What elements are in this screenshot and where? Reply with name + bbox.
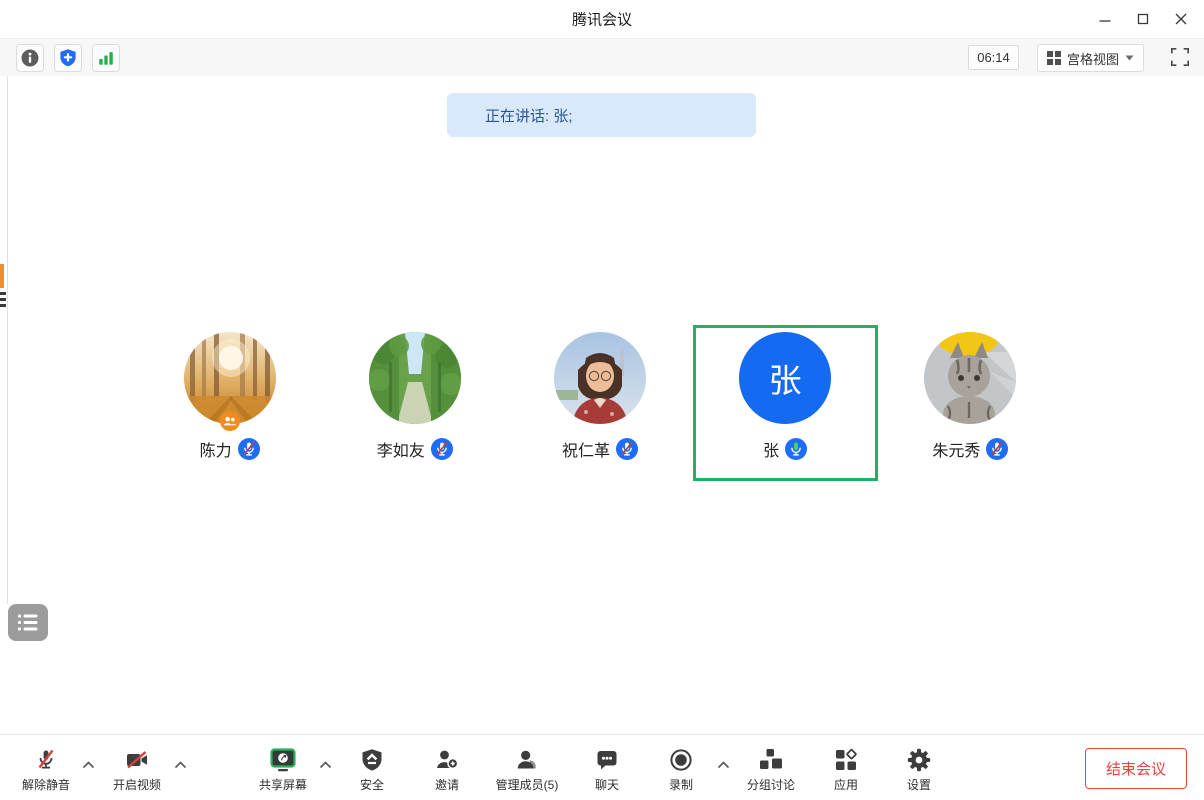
- settings-gear-icon: [906, 747, 932, 773]
- chevron-up-icon: [319, 761, 332, 769]
- minimize-icon: [1099, 13, 1111, 25]
- camera-off-icon: [124, 747, 150, 773]
- manage-members-button[interactable]: 管理成员(5): [496, 743, 559, 793]
- record-icon: [668, 747, 694, 773]
- invite-label: 邀请: [435, 776, 459, 793]
- view-mode-label: 宫格视图: [1067, 49, 1119, 68]
- mic-muted-icon: [431, 438, 453, 460]
- chevron-up-icon: [82, 761, 95, 769]
- bullet-list-icon: [18, 614, 38, 631]
- share-screen-button[interactable]: 共享屏幕: [259, 743, 307, 793]
- security-label: 安全: [360, 776, 384, 793]
- settings-button[interactable]: 设置: [906, 743, 932, 793]
- avatar: [369, 332, 461, 424]
- chat-button[interactable]: 聊天: [594, 743, 620, 793]
- settings-label: 设置: [907, 776, 931, 793]
- breakout-rooms-label: 分组讨论: [747, 776, 795, 793]
- title-bar: 腾讯会议: [0, 0, 1204, 39]
- app-window: 腾讯会议: [0, 0, 1204, 800]
- avatar-initial: 张: [739, 332, 831, 424]
- participant-name: 陈力: [200, 437, 232, 461]
- participants-row: 陈力: [137, 325, 1063, 481]
- meeting-info-button[interactable]: [16, 44, 44, 72]
- mic-muted-icon: [616, 438, 638, 460]
- chat-label: 聊天: [595, 776, 619, 793]
- start-video-button[interactable]: 开启视频: [113, 743, 161, 793]
- network-status-button[interactable]: [92, 44, 120, 72]
- record-label: 录制: [669, 776, 693, 793]
- participant-tile[interactable]: 朱元秀: [878, 325, 1063, 481]
- members-icon: [514, 747, 540, 773]
- maximize-button[interactable]: [1128, 5, 1158, 33]
- view-mode-button[interactable]: 宫格视图: [1037, 44, 1144, 72]
- start-video-label: 开启视频: [113, 776, 161, 793]
- security-button[interactable]: 安全: [359, 743, 385, 793]
- window-title: 腾讯会议: [572, 9, 632, 30]
- mic-muted-icon: [238, 438, 260, 460]
- apps-label: 应用: [834, 776, 858, 793]
- info-icon: [19, 47, 41, 69]
- grid-view-icon: [1047, 51, 1061, 65]
- fullscreen-icon: [1170, 47, 1190, 67]
- participant-name: 张: [763, 437, 779, 461]
- chat-bubble-icon: [594, 747, 620, 773]
- breakout-rooms-button[interactable]: 分组讨论: [747, 743, 795, 793]
- record-button[interactable]: 录制: [668, 743, 694, 793]
- participant-tile[interactable]: 陈力: [137, 325, 322, 481]
- invite-person-icon: [434, 747, 460, 773]
- unmute-button[interactable]: 解除静音: [22, 743, 70, 793]
- bottom-toolbar: 解除静音 开启视频 共享屏幕: [0, 734, 1204, 800]
- participant-tile[interactable]: 祝仁革: [507, 325, 692, 481]
- maximize-icon: [1137, 13, 1149, 25]
- meeting-timer: 06:14: [968, 45, 1019, 70]
- left-edge-artifact: [0, 298, 6, 301]
- chevron-up-icon: [717, 761, 730, 769]
- mic-off-icon: [33, 747, 59, 773]
- meeting-security-button[interactable]: [54, 44, 82, 72]
- avatar: [554, 332, 646, 424]
- minimize-button[interactable]: [1090, 5, 1120, 33]
- avatar: [924, 332, 1016, 424]
- left-edge-divider: [7, 76, 8, 604]
- meeting-stage: 正在讲话: 张;: [0, 76, 1204, 735]
- network-signal-icon: [95, 47, 117, 69]
- share-options-chevron[interactable]: [319, 756, 332, 774]
- security-shield-icon: [57, 47, 79, 69]
- share-screen-icon: [269, 747, 297, 773]
- share-screen-label: 共享屏幕: [259, 776, 307, 793]
- chevron-up-icon: [174, 761, 187, 769]
- host-badge-icon: [220, 411, 240, 431]
- active-speaker-banner: 正在讲话: 张;: [447, 93, 756, 137]
- left-edge-artifact: [0, 292, 6, 295]
- video-options-chevron[interactable]: [174, 756, 187, 774]
- status-toolbar: 06:14 宫格视图: [0, 39, 1204, 77]
- left-edge-artifact: [0, 304, 6, 307]
- participant-tile[interactable]: 李如友: [322, 325, 507, 481]
- left-edge-artifact: [0, 264, 4, 288]
- close-icon: [1175, 13, 1187, 25]
- unmute-label: 解除静音: [22, 776, 70, 793]
- participant-name: 祝仁革: [562, 437, 610, 461]
- chevron-down-icon: [1125, 55, 1134, 61]
- participant-name: 李如友: [377, 437, 425, 461]
- member-list-toggle-button[interactable]: [8, 604, 48, 641]
- record-options-chevron[interactable]: [717, 756, 730, 774]
- apps-grid-icon: [833, 747, 859, 773]
- mic-muted-icon: [986, 438, 1008, 460]
- breakout-rooms-icon: [758, 747, 784, 773]
- manage-members-label: 管理成员(5): [496, 776, 559, 793]
- apps-button[interactable]: 应用: [833, 743, 859, 793]
- close-button[interactable]: [1166, 5, 1196, 33]
- security-shield-icon: [359, 747, 385, 773]
- participant-name: 朱元秀: [932, 437, 980, 461]
- end-meeting-button[interactable]: 结束会议: [1085, 748, 1187, 789]
- unmute-options-chevron[interactable]: [82, 756, 95, 774]
- fullscreen-button[interactable]: [1166, 44, 1193, 70]
- invite-button[interactable]: 邀请: [434, 743, 460, 793]
- mic-active-icon: [785, 438, 807, 460]
- participant-tile-active-speaker[interactable]: 张 张: [693, 325, 878, 481]
